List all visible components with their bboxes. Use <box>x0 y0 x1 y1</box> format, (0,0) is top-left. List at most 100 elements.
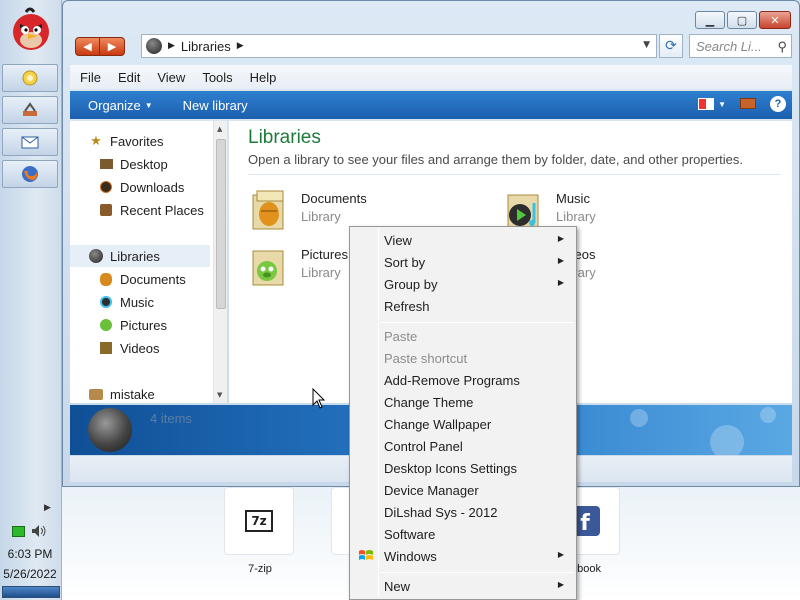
menu-item-label: Group by <box>384 276 438 292</box>
menu-item-view[interactable]: View ▶ <box>352 229 574 251</box>
menu-item-change-theme[interactable]: Change Theme <box>352 391 574 413</box>
nav-videos[interactable]: Videos <box>98 337 220 359</box>
library-kind: Library <box>301 209 341 224</box>
volume-icon[interactable] <box>31 524 47 538</box>
folder-icon <box>22 70 38 86</box>
documents-library-icon <box>252 190 284 230</box>
show-desktop-button[interactable] <box>2 586 60 598</box>
menu-item-device-manager[interactable]: Device Manager <box>352 479 574 501</box>
maximize-icon: ▢ <box>736 13 748 27</box>
menu-item-label: Sort by <box>384 254 426 270</box>
nav-favorites[interactable]: ★ Favorites <box>88 130 220 152</box>
pictures-icon <box>98 317 114 333</box>
menu-item-add-remove-programs[interactable]: Add-Remove Programs <box>352 369 574 391</box>
menu-help[interactable]: Help <box>250 70 277 85</box>
menu-bar: File Edit View Tools Help <box>70 65 792 89</box>
menu-item-windows[interactable]: Windows ▶ <box>352 545 574 567</box>
scroll-up-icon[interactable]: ▲ <box>217 125 222 133</box>
nav-recent-places-label: Recent Places <box>120 202 204 218</box>
menu-edit[interactable]: Edit <box>118 70 140 85</box>
network-icon[interactable] <box>12 525 25 537</box>
menu-item-paste-shortcut: Paste shortcut <box>352 347 574 369</box>
command-bar: Organize ▼ New library ▼ ? <box>70 91 792 119</box>
breadcrumb-libraries[interactable]: Libraries <box>181 39 231 54</box>
new-library-button[interactable]: New library <box>183 98 248 113</box>
item-count: 4 items <box>150 411 192 426</box>
back-button[interactable]: ◀ <box>75 37 100 56</box>
menu-item-label: Desktop Icons Settings <box>384 460 517 476</box>
close-button[interactable]: ✕ <box>759 11 791 29</box>
preview-pane-icon <box>740 97 756 109</box>
menu-file[interactable]: File <box>80 70 101 85</box>
change-view-button[interactable]: ▼ <box>698 98 726 110</box>
address-bar[interactable]: ▶ Libraries ▶ ▼ <box>141 34 657 58</box>
music-icon <box>98 294 114 310</box>
menu-tools[interactable]: Tools <box>202 70 232 85</box>
menu-item-label: Software <box>384 526 436 542</box>
menu-item-label: Windows <box>384 548 437 564</box>
scroll-down-icon[interactable]: ▼ <box>217 391 222 399</box>
taskbar-button-firefox[interactable] <box>2 160 58 188</box>
desktop-icon-7zip[interactable]: 7z 7-zip <box>224 487 296 575</box>
start-button[interactable] <box>8 6 54 52</box>
breadcrumb-separator-icon[interactable]: ▶ <box>237 41 244 51</box>
help-icon[interactable]: ? <box>770 96 786 112</box>
search-icon[interactable]: ⚲ <box>777 39 787 55</box>
nav-desktop[interactable]: Desktop <box>98 153 220 175</box>
nav-recent-places[interactable]: Recent Places <box>98 199 220 221</box>
nav-music-label: Music <box>120 294 154 310</box>
menu-item-label: DiLshad Sys - 2012 <box>384 504 498 520</box>
menu-item-label: Change Theme <box>384 394 474 410</box>
videos-icon <box>98 340 114 356</box>
organize-button[interactable]: Organize ▼ <box>88 98 153 113</box>
address-dropdown-icon[interactable]: ▼ <box>643 40 650 50</box>
menu-item-change-wallpaper[interactable]: Change Wallpaper <box>352 413 574 435</box>
decor-bubble <box>630 409 648 427</box>
taskbar-button-tools[interactable] <box>2 96 58 124</box>
maximize-button[interactable]: ▢ <box>727 11 757 29</box>
menu-item-group-by[interactable]: Group by ▶ <box>352 273 574 295</box>
forward-arrow-icon: ▶ <box>107 40 117 53</box>
nav-music[interactable]: Music <box>98 291 220 313</box>
search-placeholder: Search Li... <box>696 38 762 54</box>
taskbar-button-explorer[interactable] <box>2 64 58 92</box>
view-options-icon <box>698 98 715 110</box>
tools-icon <box>23 102 37 116</box>
nav-libraries[interactable]: Libraries <box>70 245 210 267</box>
clock-time[interactable]: 6:03 PM <box>0 547 60 561</box>
nav-mistake-label: mistake <box>110 386 155 402</box>
clock-date[interactable]: 5/26/2022 <box>0 567 60 581</box>
menu-item-new[interactable]: New ▶ <box>352 575 574 597</box>
recent-places-icon <box>98 202 114 218</box>
menu-item-dilshad-sys[interactable]: DiLshad Sys - 2012 <box>352 501 574 523</box>
library-kind: Library <box>556 209 596 224</box>
nav-pictures[interactable]: Pictures <box>98 314 220 336</box>
menu-item-software[interactable]: Software <box>352 523 574 545</box>
refresh-button[interactable]: ⟳ <box>659 34 683 58</box>
preview-pane-button[interactable] <box>740 97 756 112</box>
menu-item-label: Add-Remove Programs <box>384 372 520 388</box>
menu-item-control-panel[interactable]: Control Panel <box>352 435 574 457</box>
navigation-pane: ★ Favorites Desktop Downloads Recent Pla… <box>70 121 220 403</box>
forward-button[interactable]: ▶ <box>100 37 125 56</box>
scroll-thumb[interactable] <box>216 139 226 309</box>
breadcrumb-separator-icon[interactable]: ▶ <box>168 41 175 51</box>
nav-documents[interactable]: Documents <box>98 268 220 290</box>
tray-expand-icon[interactable]: ▶ <box>44 503 51 513</box>
minimize-button[interactable]: ▁ <box>695 11 725 29</box>
mouse-cursor-icon <box>312 388 326 409</box>
nav-mistake[interactable]: mistake <box>88 383 220 403</box>
menu-item-refresh[interactable]: Refresh <box>352 295 574 317</box>
decor-bubble <box>760 407 776 423</box>
nav-desktop-label: Desktop <box>120 156 168 172</box>
menu-view[interactable]: View <box>157 70 185 85</box>
taskbar-button-mail[interactable] <box>2 128 58 156</box>
nav-scrollbar[interactable]: ▲ ▼ <box>213 121 227 403</box>
view-controls: ▼ ? <box>698 96 786 112</box>
search-input[interactable]: Search Li... ⚲ <box>689 34 792 58</box>
nav-downloads[interactable]: Downloads <box>98 176 220 198</box>
library-name: Pictures <box>301 247 348 262</box>
menu-item-sort-by[interactable]: Sort by ▶ <box>352 251 574 273</box>
library-name: Documents <box>301 191 367 206</box>
menu-item-desktop-icons-settings[interactable]: Desktop Icons Settings <box>352 457 574 479</box>
